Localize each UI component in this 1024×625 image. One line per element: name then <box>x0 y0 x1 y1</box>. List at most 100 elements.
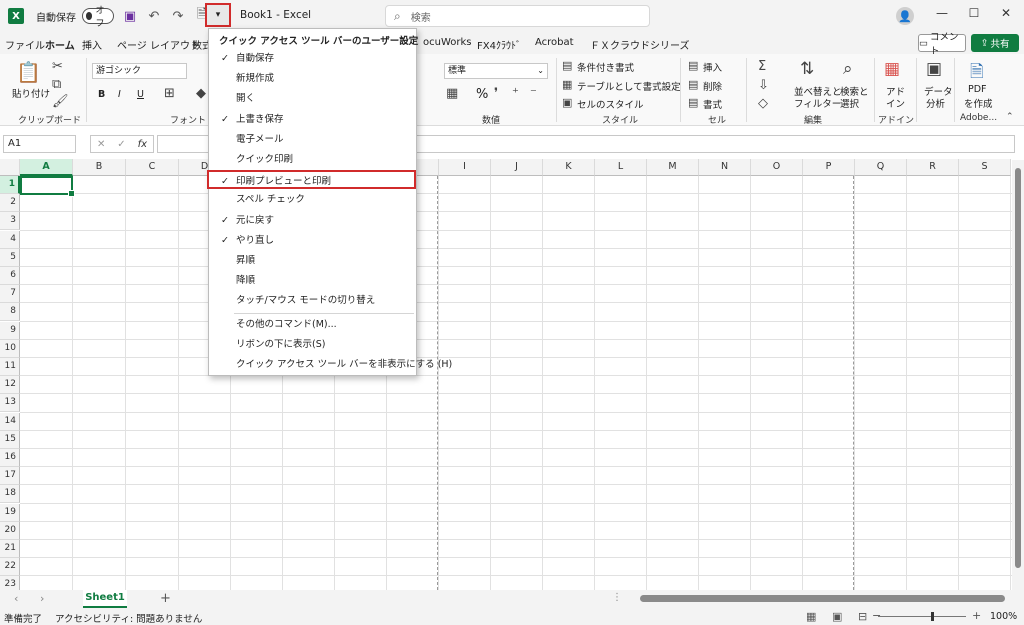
column-header[interactable]: M <box>647 159 699 176</box>
chevron-left-icon[interactable]: ‹ <box>14 592 18 605</box>
format-painter-icon[interactable]: 🖌 <box>52 94 69 109</box>
menu-item[interactable]: スペル チェック <box>209 190 416 209</box>
zoom-slider-knob[interactable] <box>931 612 934 621</box>
redo-icon[interactable]: ↷ <box>170 9 186 24</box>
percent-button[interactable]: % <box>476 87 488 102</box>
avatar[interactable]: 👤 <box>896 7 914 25</box>
column-header[interactable]: J <box>491 159 543 176</box>
column-header[interactable]: N <box>699 159 751 176</box>
row-header[interactable]: 6 <box>0 267 20 285</box>
row-header[interactable]: 12 <box>0 376 20 395</box>
insert-cells-button[interactable]: 挿入 <box>703 60 722 74</box>
row-header[interactable]: 20 <box>0 521 20 540</box>
page-layout-view-icon[interactable]: ▣ <box>832 610 842 623</box>
autosum-icon[interactable]: Σ <box>758 59 766 74</box>
column-header[interactable]: L <box>595 159 647 176</box>
menu-item[interactable]: ✓ やり直し <box>209 231 416 250</box>
decrease-decimal-icon[interactable]: ⁻ <box>530 86 537 101</box>
column-header[interactable]: A <box>20 159 73 176</box>
vertical-scrollbar[interactable] <box>1012 160 1024 590</box>
row-header[interactable]: 19 <box>0 503 20 522</box>
menu-item[interactable]: ✓ 自動保存 <box>209 49 416 68</box>
column-header[interactable]: R <box>907 159 959 176</box>
column-header[interactable]: P <box>803 159 855 176</box>
data-analysis-label-2[interactable]: 分析 <box>926 96 945 110</box>
menu-item[interactable]: タッチ/マウス モードの切り替え <box>209 291 416 310</box>
menu-item[interactable]: ✓ 印刷プレビューと印刷 <box>207 170 416 190</box>
tab-fx4cloud[interactable]: FX4ｸﾗｳﾄﾞ <box>477 37 521 52</box>
border-icon[interactable]: ⊞ <box>164 86 175 101</box>
chevron-right-icon[interactable]: › <box>40 592 44 605</box>
horizontal-scrollbar[interactable] <box>640 595 1005 602</box>
menu-item[interactable]: 新規作成 <box>209 69 416 88</box>
column-header[interactable]: C <box>126 159 179 176</box>
number-format-select[interactable]: 標準 ⌄ <box>444 63 548 79</box>
menu-item[interactable]: ✓ 上書き保存 <box>209 110 416 129</box>
menu-item-more-commands[interactable]: その他のコマンド(M)... <box>209 315 416 334</box>
normal-view-icon[interactable]: ▦ <box>806 610 816 623</box>
row-header[interactable]: 23 <box>0 576 20 590</box>
sort-filter-label-2[interactable]: フィルター <box>794 96 841 110</box>
row-header[interactable]: 8 <box>0 303 20 322</box>
name-box[interactable]: A1 <box>3 135 76 153</box>
underline-button[interactable]: U <box>137 89 144 100</box>
cancel-icon[interactable]: ✕ <box>97 139 105 150</box>
fill-color-icon[interactable]: ◆ <box>196 86 206 101</box>
currency-icon[interactable]: ▦ <box>446 86 458 101</box>
row-header[interactable]: 16 <box>0 449 20 467</box>
cell-styles-button[interactable]: セルのスタイル <box>577 97 644 111</box>
row-header[interactable]: 13 <box>0 394 20 413</box>
row-header[interactable]: 3 <box>0 212 20 231</box>
menu-item-show-below-ribbon[interactable]: リボンの下に表示(S) <box>209 335 416 354</box>
zoom-slider[interactable] <box>878 616 966 617</box>
search-input[interactable]: ⌕ 検索 <box>385 5 650 27</box>
tab-page-layout[interactable]: ページ レイアウト <box>117 37 200 52</box>
clear-icon[interactable]: ◇ <box>758 96 768 111</box>
row-header[interactable]: 15 <box>0 430 20 449</box>
comma-style-icon[interactable]: ❜ <box>494 86 498 101</box>
row-header[interactable]: 9 <box>0 321 20 340</box>
select-all-corner[interactable] <box>0 159 20 176</box>
page-break-view-icon[interactable]: ⊟ <box>858 610 867 623</box>
format-cells-button[interactable]: 書式 <box>703 97 722 111</box>
tab-acrobat[interactable]: Acrobat <box>535 37 574 48</box>
save-icon[interactable]: ▣ <box>122 9 138 24</box>
cut-icon[interactable]: ✂ <box>52 59 63 74</box>
undo-icon[interactable]: ↶ <box>146 9 162 24</box>
column-header[interactable]: K <box>543 159 595 176</box>
menu-item[interactable]: クイック印刷 <box>209 150 416 169</box>
paste-icon[interactable]: 📋 <box>16 60 41 84</box>
row-header[interactable]: 18 <box>0 485 20 504</box>
accessibility-status[interactable]: アクセシビリティ: 問題ありません <box>55 611 202 625</box>
tab-docuworks[interactable]: ocuWorks <box>423 37 472 48</box>
more-icon[interactable]: ⋮ <box>612 592 622 603</box>
close-button[interactable]: ✕ <box>996 6 1016 26</box>
tab-file[interactable]: ファイル <box>5 37 45 52</box>
row-header[interactable]: 21 <box>0 540 20 558</box>
menu-item[interactable]: 降順 <box>209 271 416 290</box>
format-as-table-button[interactable]: テーブルとして書式設定 <box>577 79 681 93</box>
enter-icon[interactable]: ✓ <box>117 139 125 150</box>
tab-home[interactable]: ホーム <box>45 37 75 57</box>
maximize-button[interactable]: ☐ <box>964 6 984 26</box>
bold-button[interactable]: B <box>98 89 105 100</box>
row-header[interactable]: 11 <box>0 358 20 376</box>
create-pdf-label-2[interactable]: を作成 <box>964 96 993 110</box>
active-cell[interactable] <box>20 176 75 197</box>
tab-insert[interactable]: 挿入 <box>82 37 102 52</box>
autosave-toggle[interactable]: オフ <box>82 6 114 29</box>
menu-item[interactable]: 開く <box>209 89 416 108</box>
copy-icon[interactable]: ⧉ <box>52 77 61 92</box>
row-header[interactable]: 5 <box>0 248 20 267</box>
row-header[interactable]: 22 <box>0 558 20 577</box>
row-header[interactable]: 4 <box>0 230 20 249</box>
font-name-select[interactable]: 游ゴシック <box>92 63 187 79</box>
row-header[interactable]: 14 <box>0 412 20 431</box>
addins-label-2[interactable]: イン <box>886 96 905 110</box>
share-button[interactable]: ⇪ 共有 <box>971 34 1019 52</box>
menu-item-hide-qat[interactable]: クイック アクセス ツール バーを非表示にする (H) <box>209 355 452 374</box>
minimize-button[interactable]: — <box>932 6 952 26</box>
sheet-tab-sheet1[interactable]: Sheet1 <box>83 590 127 608</box>
add-sheet-icon[interactable]: + <box>160 591 171 606</box>
conditional-format-button[interactable]: 条件付き書式 <box>577 60 634 74</box>
